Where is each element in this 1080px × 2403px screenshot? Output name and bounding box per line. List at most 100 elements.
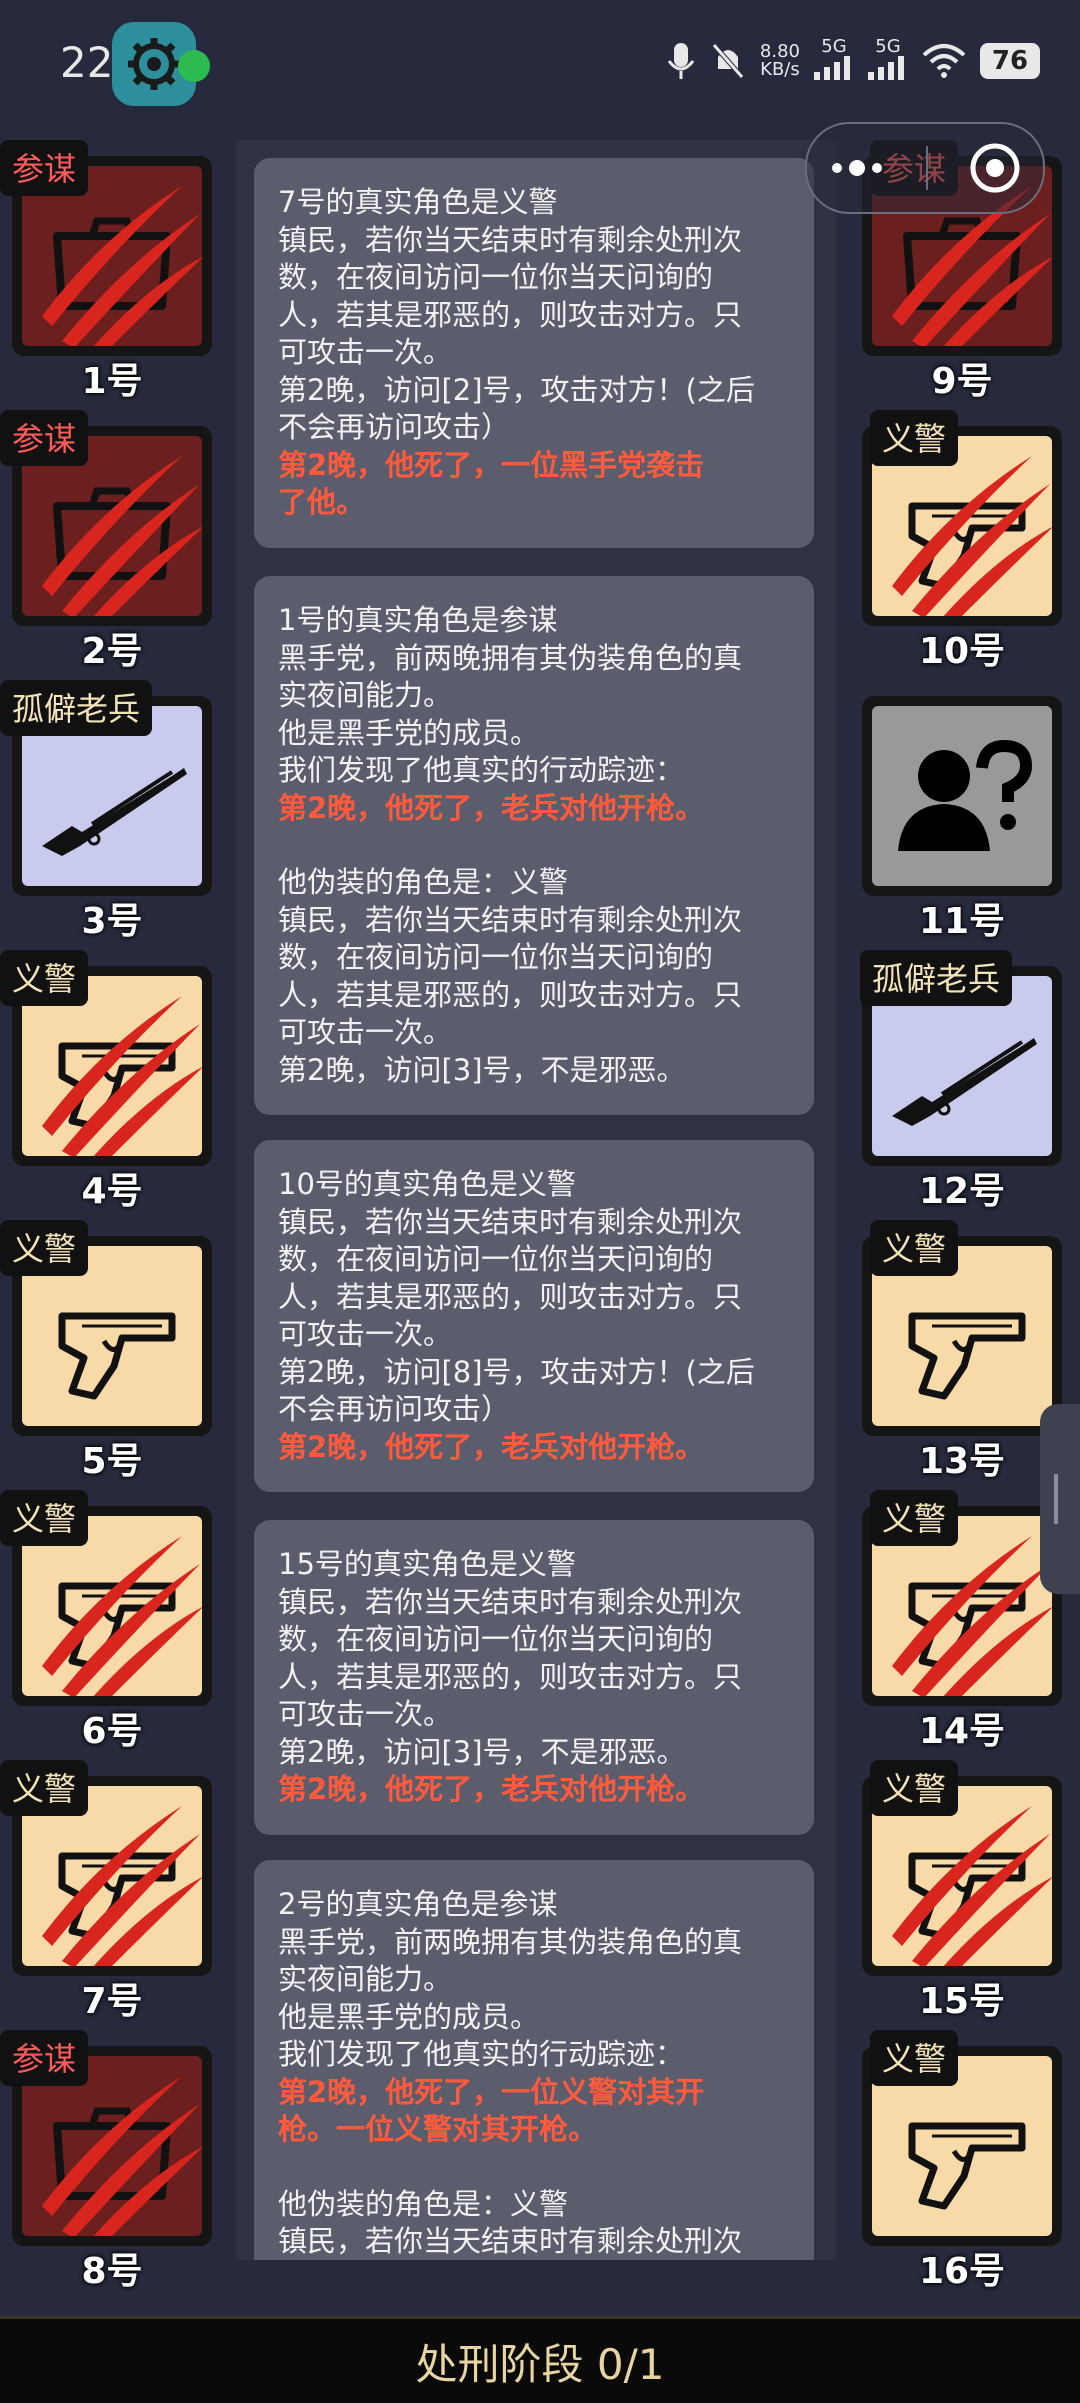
log-line: 镇民，若你当天结束时有剩余处刑次	[278, 1204, 743, 1239]
player-tile-4[interactable]: 义警 4号	[0, 950, 220, 1212]
role-tag: 义警	[870, 1490, 959, 1546]
pistol-icon	[62, 1316, 172, 1396]
night-result-log[interactable]: 7号的真实角色是义警 镇民，若你当天结束时有剩余处刑次 数，在夜间访问一位你当天…	[236, 140, 836, 2260]
tile-frame	[862, 696, 1062, 896]
role-tag: 参谋	[0, 140, 89, 196]
role-tag: 义警	[870, 2030, 959, 2086]
log-line: 镇民，若你当天结束时有剩余处刑次	[278, 222, 743, 257]
execution-phase-bar[interactable]: 处刑阶段 0/1	[0, 2316, 1080, 2403]
player-tile-1[interactable]: 参谋 1号	[0, 140, 220, 402]
player-tile-14[interactable]: 义警 14号	[850, 1490, 1070, 1752]
signal-1: 5G	[814, 38, 854, 84]
miniprogram-capsule	[805, 122, 1045, 214]
log-line: 数，在夜间访问一位你当天问询的	[278, 260, 714, 294]
player-tile-7[interactable]: 义警 7号	[0, 1760, 220, 2022]
log-line: 人，若其是邪恶的，则攻击对方。只	[278, 297, 743, 332]
log-line: 第2晚，访问[2]号，攻击对方！(之后	[278, 372, 755, 407]
tile-art	[872, 706, 1052, 886]
wifi-icon	[922, 44, 966, 78]
log-line: 他是黑手党的成员。	[278, 1999, 540, 2034]
log-line: 黑手党，前两晚拥有其伪装角色的真	[278, 1924, 743, 1959]
death-alert: 枪。一位义警对其开枪。	[278, 2112, 598, 2146]
log-line: 7号的真实角色是义警	[278, 185, 558, 219]
log-line: 2号的真实角色是参谋	[278, 1887, 558, 1921]
mute-bell-icon	[712, 43, 744, 79]
player-tile-3[interactable]: 孤僻老兵 3号	[0, 680, 220, 942]
role-tag: 义警	[0, 1490, 89, 1546]
log-line: 人，若其是邪恶的，则攻击对方。只	[278, 1279, 743, 1314]
player-tile-13[interactable]: 义警 13号	[850, 1220, 1070, 1482]
side-scroll-handle[interactable]	[1040, 1404, 1080, 1594]
player-tile-10[interactable]: 义警 10号	[850, 410, 1070, 672]
pistol-icon	[912, 1316, 1022, 1396]
log-line: 1号的真实角色是参谋	[278, 603, 558, 637]
player-tile-6[interactable]: 义警 6号	[0, 1490, 220, 1752]
network-speed: 8.80 KB/s	[760, 43, 800, 79]
seat-number: 3号	[81, 901, 143, 942]
seat-number: 9号	[931, 361, 993, 402]
role-tag: 义警	[870, 1220, 959, 1276]
player-tile-11[interactable]: 11号	[850, 680, 1070, 942]
player-tile-5[interactable]: 义警 5号	[0, 1220, 220, 1482]
role-tag: 义警	[870, 410, 959, 466]
seat-number: 15号	[918, 1981, 1006, 2022]
seat-number: 4号	[81, 1171, 143, 1212]
signal-1-label: 5G	[821, 36, 847, 57]
log-line: 15号的真实角色是义警	[278, 1547, 576, 1581]
seat-number: 8号	[81, 2251, 143, 2292]
signal-bars-icon	[814, 56, 850, 80]
log-line: 我们发现了他真实的行动踪迹：	[278, 2037, 685, 2071]
status-icons: 8.80 KB/s 5G 5G 76	[666, 38, 1040, 84]
log-line: 他是黑手党的成员。	[278, 715, 540, 750]
close-target-icon[interactable]	[967, 140, 1023, 196]
log-line: 黑手党，前两晚拥有其伪装角色的真	[278, 640, 743, 675]
log-line: 第2晚，访问[8]号，攻击对方！(之后	[278, 1354, 755, 1389]
log-line: 可攻击一次。	[278, 335, 453, 369]
more-icon[interactable]	[827, 156, 887, 180]
log-line: 10号的真实角色是义警	[278, 1167, 576, 1201]
player-tile-8[interactable]: 参谋 8号	[0, 2030, 220, 2292]
seat-number: 12号	[918, 1171, 1006, 1212]
claw-marks-icon	[42, 186, 202, 346]
capsule-divider	[925, 146, 928, 190]
log-line: 可攻击一次。	[278, 1015, 453, 1049]
player-tile-12[interactable]: 孤僻老兵 12号	[850, 950, 1070, 1212]
role-tag: 义警	[0, 950, 89, 1006]
claw-marks-icon	[42, 2076, 202, 2236]
seat-number: 1号	[81, 361, 143, 402]
death-alert: 第2晚，他死了，老兵对他开枪。	[278, 790, 705, 825]
role-tag: 义警	[0, 1760, 89, 1816]
rifle-icon	[40, 766, 189, 858]
signal-2-label: 5G	[875, 36, 901, 57]
log-line: 他伪装的角色是：义警	[278, 2186, 569, 2221]
claw-marks-icon	[42, 456, 202, 616]
signal-bars-icon	[868, 56, 904, 80]
unknown-user-icon	[898, 746, 1026, 851]
log-line: 第2晚，访问[3]号，不是邪恶。	[278, 1734, 686, 1769]
log-card-3: 10号的真实角色是义警 镇民，若你当天结束时有剩余处刑次 数，在夜间访问一位你当…	[254, 1140, 814, 1492]
log-line: 可攻击一次。	[278, 1317, 453, 1351]
player-tile-16[interactable]: 义警 16号	[850, 2030, 1070, 2292]
seat-number: 11号	[918, 901, 1006, 942]
microphone-icon	[667, 43, 695, 79]
player-tile-2[interactable]: 参谋 2号	[0, 410, 220, 672]
log-line: 镇民，若你当天结束时有剩余处刑次	[278, 2224, 743, 2258]
player-tile-15[interactable]: 义警 15号	[850, 1760, 1070, 2022]
seat-number: 6号	[81, 1711, 143, 1752]
gear-icon	[128, 38, 180, 90]
log-line: 人，若其是邪恶的，则攻击对方。只	[278, 1659, 743, 1694]
death-alert: 第2晚，他死了，老兵对他开枪。	[278, 1429, 705, 1464]
seat-number: 7号	[81, 1981, 143, 2022]
log-card-2: 1号的真实角色是参谋 黑手党，前两晚拥有其伪装角色的真 实夜间能力。 他是黑手党…	[254, 576, 814, 1115]
role-tag: 义警	[0, 1220, 89, 1276]
death-alert: 第2晚，他死了，老兵对他开枪。	[278, 1772, 705, 1806]
execution-phase-label: 处刑阶段 0/1	[415, 2339, 665, 2389]
death-alert: 了他。	[278, 485, 366, 519]
log-line: 数，在夜间访问一位你当天问询的	[278, 940, 714, 974]
log-line: 不会再访问攻击）	[278, 1392, 511, 1426]
log-card-1: 7号的真实角色是义警 镇民，若你当天结束时有剩余处刑次 数，在夜间访问一位你当天…	[254, 158, 814, 548]
battery-indicator: 76	[980, 43, 1040, 79]
role-tag: 孤僻老兵	[0, 680, 153, 736]
